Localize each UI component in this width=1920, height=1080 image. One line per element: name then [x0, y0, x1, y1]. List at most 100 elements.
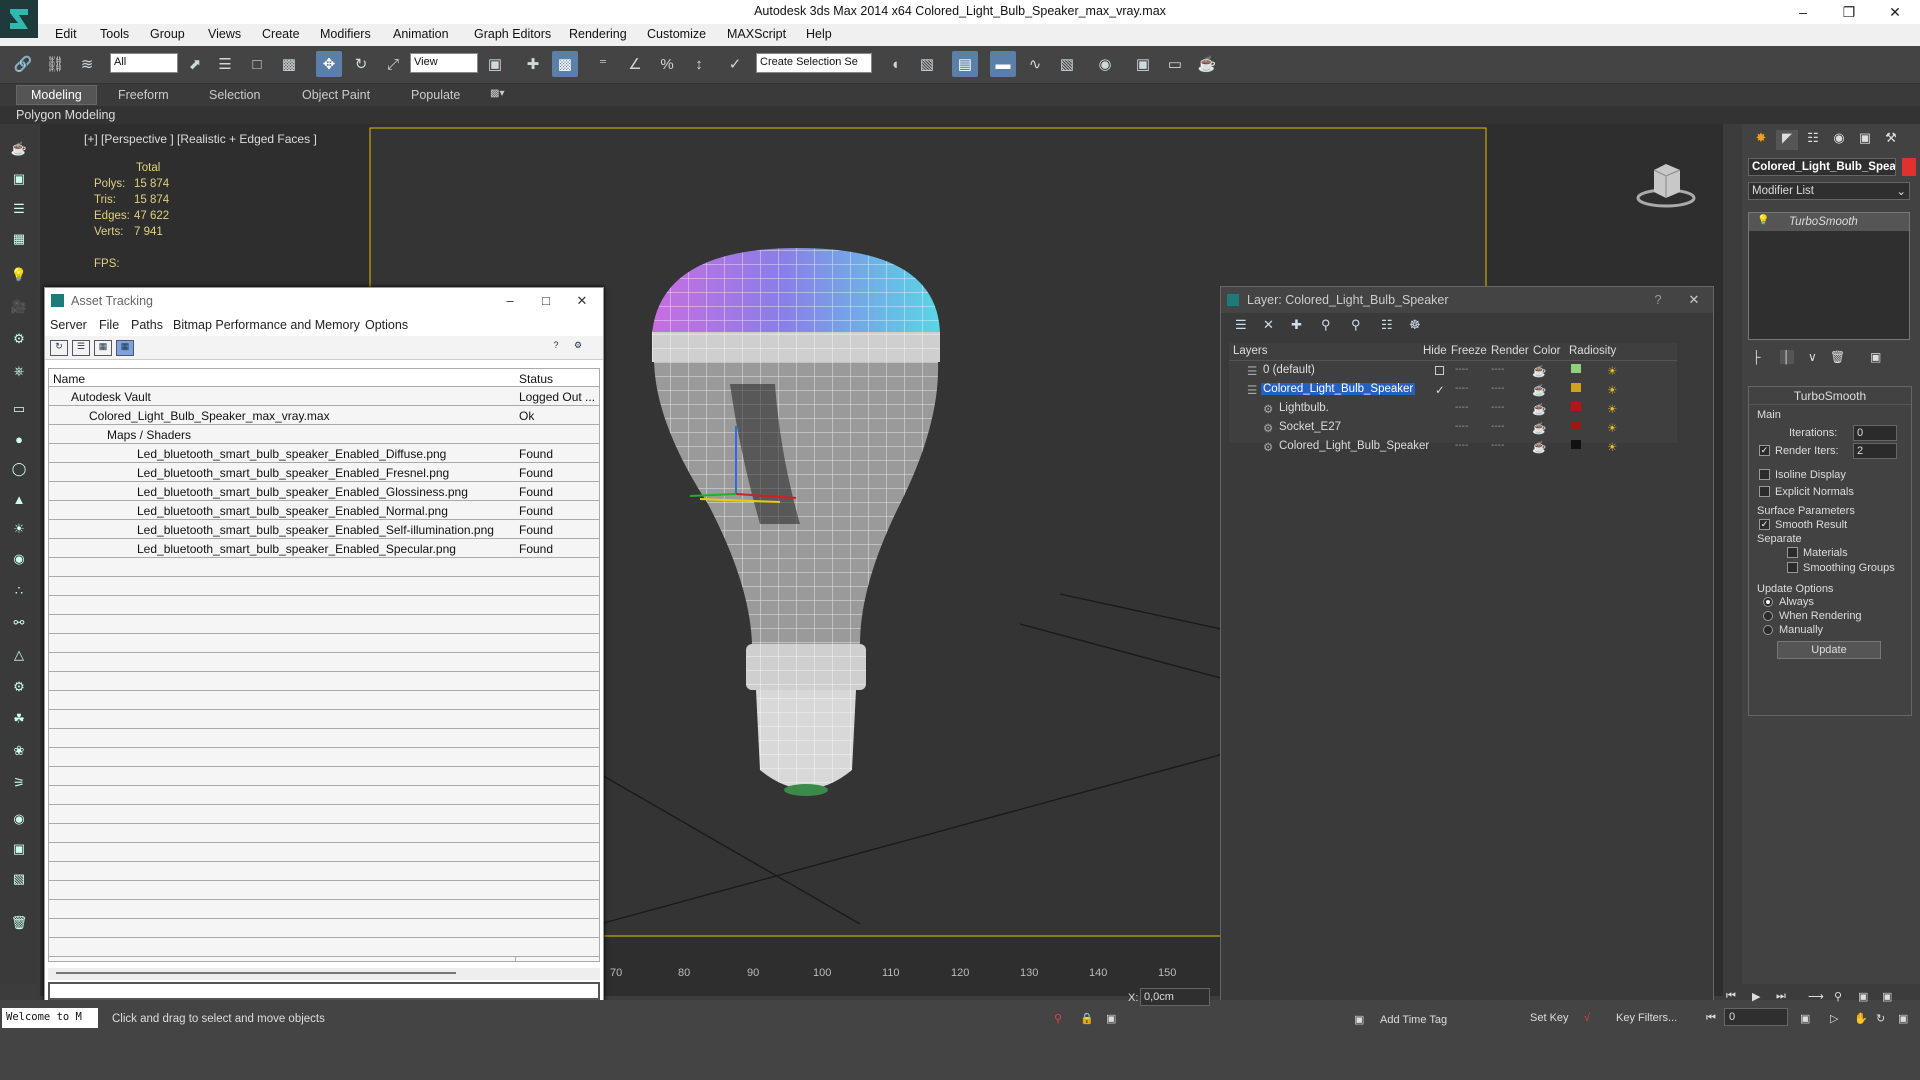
hide-toggle[interactable]: ----: [1455, 402, 1468, 413]
hide-toggle[interactable]: ----: [1455, 364, 1468, 375]
asset-row[interactable]: Led_bluetooth_smart_bulb_speaker_Enabled…: [49, 444, 599, 463]
add-time-tag[interactable]: Add Time Tag: [1380, 1014, 1447, 1026]
display-tab-icon[interactable]: ▣: [1854, 130, 1876, 150]
keyboard-shortcut-icon[interactable]: ▩: [552, 51, 578, 77]
table-view-icon[interactable]: ▦: [94, 340, 112, 356]
column-name[interactable]: Name: [53, 372, 85, 386]
gear-icon[interactable]: ⚙: [8, 676, 30, 698]
freeze-toggle[interactable]: ----: [1491, 421, 1504, 432]
menu-animation[interactable]: Animation: [393, 27, 449, 41]
minimize-button[interactable]: –: [493, 288, 527, 314]
tab-freeform[interactable]: Freeform: [118, 88, 169, 102]
settings-icon[interactable]: ⚙: [569, 340, 587, 356]
render-teapot-icon[interactable]: ☕: [1532, 421, 1546, 435]
app-logo-icon[interactable]: [0, 0, 38, 38]
menu-create[interactable]: Create: [262, 27, 300, 41]
x-coordinate-field[interactable]: 0,0cm: [1140, 988, 1210, 1006]
paint-icon[interactable]: ▧: [8, 868, 30, 890]
layer-color-swatch[interactable]: [1571, 383, 1581, 392]
rendered-frame-icon[interactable]: ▭: [1162, 51, 1188, 77]
particles-icon[interactable]: ∴: [8, 580, 30, 602]
timeline-ruler[interactable]: 70 80 90 100 110 120 130 140 150: [608, 964, 1220, 984]
window-crossing-icon[interactable]: ▩: [276, 51, 302, 77]
when-rendering-radio[interactable]: [1763, 611, 1773, 621]
layer-color-swatch[interactable]: [1571, 402, 1581, 411]
torus-icon[interactable]: ◯: [8, 458, 30, 480]
active-layer-checkbox[interactable]: [1435, 366, 1444, 375]
pan-icon[interactable]: ✋: [1854, 1012, 1868, 1025]
render-iters-spinner[interactable]: 2: [1853, 443, 1897, 459]
maximize-button[interactable]: □: [529, 288, 563, 314]
add-to-layer-icon[interactable]: ✚: [1291, 317, 1302, 333]
link-icon[interactable]: 🔗: [10, 51, 36, 77]
asset-row[interactable]: Led_bluetooth_smart_bulb_speaker_Enabled…: [49, 520, 599, 539]
layer-color-swatch[interactable]: [1571, 440, 1581, 449]
object-color-swatch[interactable]: [1902, 158, 1916, 176]
modifier-list-dropdown[interactable]: Modifier List ⌄: [1748, 182, 1910, 200]
select-manipulate-icon[interactable]: ✚: [520, 51, 546, 77]
zoom-all-icon[interactable]: ▣: [1858, 990, 1868, 1003]
asset-row[interactable]: Led_bluetooth_smart_bulb_speaker_Enabled…: [49, 482, 599, 501]
column-hide[interactable]: Hide: [1423, 345, 1447, 357]
list-icon[interactable]: ☰: [8, 198, 30, 220]
menu-options[interactable]: Options: [365, 318, 408, 332]
unlink-icon[interactable]: ⛓: [42, 51, 68, 77]
maxscript-listener[interactable]: Welcome to M: [2, 1008, 98, 1028]
maximize-viewport-icon[interactable]: ▣: [1898, 1012, 1908, 1025]
menu-group[interactable]: Group: [150, 27, 185, 41]
smooth-result-checkbox[interactable]: ✓: [1759, 519, 1770, 530]
fov-icon[interactable]: ▷: [1830, 1012, 1838, 1025]
column-color[interactable]: Color: [1533, 345, 1560, 357]
tab-object-paint[interactable]: Object Paint: [302, 88, 370, 102]
asset-row[interactable]: Autodesk Vault Logged Out ...: [49, 387, 599, 406]
tab-selection[interactable]: Selection: [209, 88, 260, 102]
layer-color-swatch[interactable]: [1571, 364, 1581, 373]
render-teapot-icon[interactable]: ☕: [1532, 364, 1546, 378]
make-unique-icon[interactable]: ∨: [1808, 350, 1817, 364]
layer-manager-titlebar[interactable]: Layer: Colored_Light_Bulb_Speaker ? ✕: [1221, 287, 1713, 313]
isoline-checkbox[interactable]: [1759, 469, 1770, 480]
close-button[interactable]: ✕: [1677, 287, 1711, 313]
edit-named-selection-icon[interactable]: ✓: [722, 51, 748, 77]
explicit-normals-checkbox[interactable]: [1759, 486, 1770, 497]
grid-icon[interactable]: ▦: [8, 228, 30, 250]
radiosity-icon[interactable]: ☀: [1607, 402, 1617, 416]
layer-row[interactable]: ☰ Colored_Light_Bulb_Speaker ✓ ---- ----…: [1229, 380, 1677, 399]
hide-toggle[interactable]: ----: [1455, 440, 1468, 451]
asset-row[interactable]: Led_bluetooth_smart_bulb_speaker_Enabled…: [49, 463, 599, 482]
hide-toggle[interactable]: ----: [1455, 421, 1468, 432]
tab-populate[interactable]: Populate: [411, 88, 460, 102]
select-object-icon[interactable]: ⬈: [182, 51, 208, 77]
teapot-icon[interactable]: ☕: [8, 138, 30, 160]
polygon-modeling-panel[interactable]: Polygon Modeling: [16, 108, 115, 122]
menu-rendering[interactable]: Rendering: [569, 27, 627, 41]
active-layer-check-icon[interactable]: ✓: [1435, 383, 1445, 397]
sphere-icon[interactable]: ●: [8, 428, 30, 450]
hair-icon[interactable]: ❀: [8, 740, 30, 762]
close-button[interactable]: ✕: [565, 288, 599, 314]
shell-icon[interactable]: ⚞: [8, 772, 30, 794]
scrollbar-thumb[interactable]: [56, 972, 456, 974]
manually-radio[interactable]: [1763, 625, 1773, 635]
named-selection-dropdown[interactable]: Create Selection Se: [756, 53, 872, 73]
spacewarp-icon[interactable]: ⎈: [8, 360, 30, 382]
next-frame-icon[interactable]: ⏭: [1776, 990, 1786, 1003]
hierarchy-tab-icon[interactable]: ☷: [1802, 130, 1824, 150]
blue-sphere-icon[interactable]: ◉: [8, 808, 30, 830]
key-filters-button[interactable]: Key Filters...: [1616, 1012, 1677, 1024]
layer-row[interactable]: ⚙ Lightbulb. ---- ---- ☕ ☀: [1229, 399, 1677, 418]
select-by-name-icon[interactable]: ☰: [212, 51, 238, 77]
render-iters-checkbox[interactable]: ✓: [1759, 445, 1770, 456]
new-layer-icon[interactable]: ☰: [1235, 317, 1247, 333]
menu-maxscript[interactable]: MAXScript: [727, 27, 786, 41]
menu-graph-editors[interactable]: Graph Editors: [474, 27, 551, 41]
reference-coordinate-dropdown[interactable]: View: [410, 53, 478, 73]
materials-checkbox[interactable]: [1787, 547, 1798, 558]
rectangular-region-icon[interactable]: □: [244, 51, 270, 77]
utilities-tab-icon[interactable]: ⚒: [1880, 130, 1902, 150]
layer-row[interactable]: ⚙ Colored_Light_Bulb_Speaker ---- ---- ☕…: [1229, 437, 1677, 456]
helper-icon[interactable]: ⚙: [8, 328, 30, 350]
update-button[interactable]: Update: [1777, 641, 1881, 659]
menu-customize[interactable]: Customize: [647, 27, 706, 41]
motion-tab-icon[interactable]: ◉: [1828, 130, 1850, 150]
